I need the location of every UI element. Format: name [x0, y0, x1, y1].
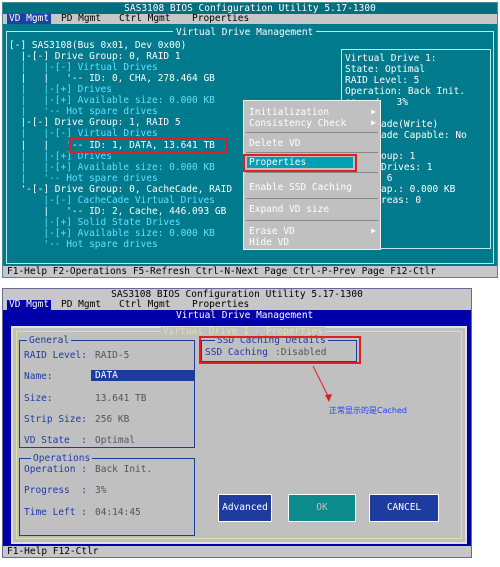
menu-divider [246, 152, 378, 153]
info-line: Drives: 1 [381, 162, 433, 173]
tree-hotspare-0[interactable]: | '-- Hot spare drives [9, 107, 157, 117]
tree-hotspare-1[interactable]: | '-- Hot spare drives [9, 174, 157, 184]
menu-item-enable-ssd-caching[interactable]: Enable SSD Caching [249, 183, 352, 193]
info-line: ade(Write) [381, 119, 439, 130]
raid-level-value: RAID-5 [95, 350, 130, 361]
ok-button[interactable]: OK [288, 494, 356, 522]
tab-ctrl-mgmt[interactable]: Ctrl Mgmt [117, 300, 172, 310]
info-line: ap.: 0.000 KB [381, 184, 456, 195]
name-label: Name: [24, 371, 53, 382]
operation-value: Back Init. [95, 464, 153, 475]
menu-item-initialization[interactable]: Initialization [249, 108, 329, 118]
tree-available-cc[interactable]: |-[+] Available size: 0.000 KB [9, 229, 215, 239]
tab-properties[interactable]: Properties [190, 300, 251, 310]
tree-drive-group-0[interactable]: |-[-] Drive Group: 0, RAID 1 [9, 52, 180, 62]
operations-legend: Operations [31, 453, 93, 464]
annotation-note: 正常显示的是Cached [329, 406, 407, 415]
advanced-button-label: Advanced [222, 502, 268, 513]
vd-operations-menu: Initialization ▶ Consistency Check ▶ Del… [243, 100, 381, 250]
operation-label: Operation : [24, 464, 87, 475]
tab-vd-mgmt[interactable]: VD Mgmt [7, 300, 52, 310]
time-left-label: Time Left : [24, 507, 87, 518]
ok-button-label: OK [316, 502, 328, 513]
tree-available-0[interactable]: | |-[+] Available size: 0.000 KB [9, 96, 214, 106]
info-line: State: Optimal [345, 64, 426, 75]
tree-vd-0[interactable]: | | '-- ID: 0, CHA, 278.464 GB [9, 74, 214, 84]
tree-drive-group-1[interactable]: |-[-] Drive Group: 1, RAID 5 [9, 118, 180, 128]
progress-value: 3% [95, 485, 107, 496]
info-line: 6 [381, 173, 393, 184]
info-line: RAID Level: 5 [345, 75, 420, 86]
info-line: oup: 1 [381, 151, 416, 162]
menu-item-consistency-check[interactable]: Consistency Check [249, 119, 346, 129]
menu-item-expand-vd[interactable]: Expand VD size [249, 205, 329, 215]
menu-item-delete-vd[interactable]: Delete VD [249, 139, 300, 149]
submenu-arrow-icon: ▶ [371, 107, 376, 116]
tab-ctrl-mgmt[interactable]: Ctrl Mgmt [117, 14, 172, 24]
info-line: ade Capable: No [381, 130, 467, 141]
menu-item-hide-vd[interactable]: Hide VD [249, 238, 289, 248]
name-field[interactable]: DATA [91, 370, 195, 381]
tree-ssd-drives[interactable]: |-[+] Solid State Drives [9, 218, 180, 228]
tab-bar: VD Mgmt PD Mgmt Ctrl Mgmt Properties [3, 300, 471, 310]
highlight-box-ssd [199, 336, 361, 364]
tree-hotspare-cc[interactable]: '-- Hot spare drives [9, 240, 157, 250]
vd-state-label: VD State : [24, 435, 87, 446]
vd-state-value: Optimal [95, 435, 136, 446]
submenu-arrow-icon: ▶ [371, 118, 376, 127]
tree-drive-group-cachecade[interactable]: '-[-] Drive Group: 0, CacheCade, RAID [9, 185, 232, 195]
status-bar: F1-Help F2-Operations F5-Refresh Ctrl-N-… [3, 266, 497, 277]
bios-vd-management-screen: SAS3108 BIOS Configuration Utility 5.17-… [2, 2, 498, 278]
status-bar: F1-Help F12-Ctlr [3, 546, 471, 557]
menu-divider [246, 172, 378, 173]
general-legend: General [27, 335, 72, 346]
tab-bar: VD Mgmt PD Mgmt Ctrl Mgmt Properties [3, 14, 497, 24]
bios-vd-properties-screen: SAS3108 BIOS Configuration Utility 5.17-… [2, 288, 472, 558]
advanced-button[interactable]: Advanced [218, 494, 272, 522]
tab-vd-mgmt[interactable]: VD Mgmt [7, 14, 52, 24]
tree-available-1[interactable]: | |-[+] Available size: 0.000 KB [9, 163, 214, 173]
raid-level-label: RAID Level: [24, 350, 87, 361]
info-line: Virtual Drive 1: [345, 53, 437, 64]
tree-drives-1[interactable]: | |-[+] Drives [9, 152, 112, 162]
tree-virtual-drives-0[interactable]: | |-[-] Virtual Drives [9, 63, 157, 73]
info-line: reas: 0 [381, 195, 422, 206]
section-title: Virtual Drive Management [173, 311, 317, 321]
tree-controller[interactable]: [-] SAS3108(Bus 0x01, Dev 0x00) [9, 41, 186, 51]
menu-item-erase-vd[interactable]: Erase VD [249, 227, 295, 237]
strip-size-label: Strip Size: [24, 414, 87, 425]
annotation-arrow-icon [312, 365, 332, 402]
menu-divider [246, 132, 378, 133]
tree-vd-2[interactable]: | '-- ID: 2, Cache, 446.093 GB [9, 207, 226, 217]
size-label: Size: [24, 393, 53, 404]
info-line: Operation: Back Init. [345, 86, 466, 97]
progress-label: Progress : [24, 485, 87, 496]
section-title: Virtual Drive Management [173, 28, 317, 38]
cancel-button-label: CANCEL [386, 502, 422, 513]
properties-dialog: Virtual Drive 1 - Properties General RAI… [11, 326, 467, 544]
tree-cachecade-vds[interactable]: |-[-] CacheCade Virtual Drives [9, 196, 215, 206]
menu-divider [246, 220, 378, 221]
submenu-arrow-icon: ▶ [371, 226, 376, 235]
tab-pd-mgmt[interactable]: PD Mgmt [59, 14, 103, 24]
tree-drives-0[interactable]: | |-[+] Drives [9, 85, 112, 95]
time-left-value: 04:14:45 [95, 507, 141, 518]
size-value: 13.641 TB [95, 393, 147, 404]
highlight-box-properties [243, 154, 357, 172]
tab-pd-mgmt[interactable]: PD Mgmt [59, 300, 103, 310]
strip-size-value: 256 KB [95, 414, 130, 425]
highlight-box-vd-1 [69, 137, 227, 153]
tab-properties[interactable]: Properties [190, 14, 251, 24]
cancel-button[interactable]: CANCEL [369, 494, 439, 522]
menu-divider [246, 198, 378, 199]
